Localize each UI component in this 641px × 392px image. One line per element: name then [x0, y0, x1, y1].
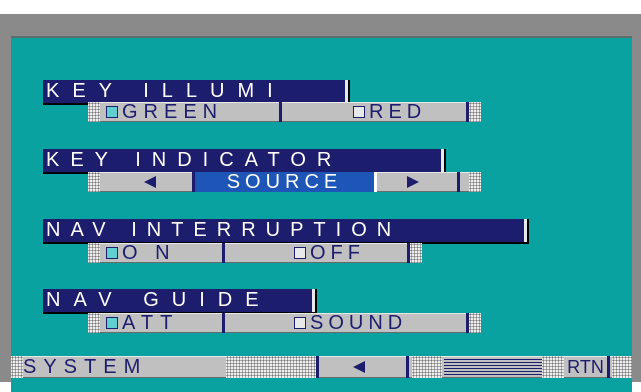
off-checkbox[interactable] [294, 247, 306, 259]
red-checkbox[interactable] [353, 106, 365, 118]
red-option-button[interactable]: RED [351, 102, 469, 122]
off-label: OFF [310, 243, 365, 263]
row-edge-left [88, 313, 100, 333]
sound-option-button[interactable]: SOUND [292, 313, 469, 333]
next-source-icon[interactable] [407, 176, 419, 188]
row-edge-left [88, 172, 100, 192]
att-label: ATT [122, 313, 180, 333]
bar-pattern [226, 356, 316, 378]
key-illumi-row: GREEN RED [88, 102, 481, 122]
on-checkbox[interactable] [106, 247, 118, 259]
key-illumi-title: KEY ILLUMI [46, 80, 286, 102]
key-indicator-title: KEY INDICATOR [46, 149, 343, 171]
row-edge-right [469, 313, 481, 333]
on-option-button[interactable]: O N [104, 243, 225, 263]
att-checkbox[interactable] [106, 317, 118, 329]
display-frame: KEY ILLUMI GREEN RED KEY INDICATOR SOURC… [0, 14, 641, 392]
bar-edge-right [612, 356, 632, 378]
settings-screen: KEY ILLUMI GREEN RED KEY INDICATOR SOURC… [11, 36, 632, 392]
divider [457, 172, 460, 192]
divider [316, 356, 319, 378]
nav-interruption-title: NAV INTERRUPTION [46, 219, 402, 241]
green-checkbox[interactable] [106, 106, 118, 118]
bar-edge-left [11, 356, 23, 378]
nav-guide-row: ATT SOUND [88, 313, 481, 333]
att-option-button[interactable]: ATT [104, 313, 225, 333]
off-option-button[interactable]: OFF [292, 243, 410, 263]
bar-pattern [542, 356, 564, 378]
back-arrow-icon[interactable] [353, 361, 365, 373]
green-label: GREEN [122, 102, 224, 122]
red-label: RED [369, 102, 427, 122]
progress-stripes [444, 359, 542, 375]
row-edge-left [88, 243, 100, 263]
nav-guide-header: NAV GUIDE [43, 289, 315, 312]
divider [406, 356, 409, 378]
key-illumi-header: KEY ILLUMI [43, 80, 348, 103]
nav-interruption-header: NAV INTERRUPTION [43, 219, 527, 242]
source-label: SOURCE [226, 172, 343, 192]
nav-guide-title: NAV GUIDE [46, 289, 272, 311]
row-edge-right [469, 172, 481, 192]
system-label[interactable]: SYSTEM [23, 356, 147, 378]
nav-interruption-row: O N OFF [88, 243, 422, 263]
sound-checkbox[interactable] [294, 317, 306, 329]
prev-source-icon[interactable] [144, 176, 156, 188]
row-edge-left [88, 102, 100, 122]
return-button[interactable]: RTN [564, 356, 610, 378]
green-option-button[interactable]: GREEN [104, 102, 282, 122]
bar-pattern [412, 356, 442, 378]
sound-label: SOUND [310, 313, 408, 333]
on-label: O N [122, 243, 176, 263]
key-indicator-row: SOURCE [88, 172, 481, 192]
row-edge-right [410, 243, 422, 263]
system-bar: SYSTEM RTN [11, 356, 632, 378]
source-value[interactable]: SOURCE [195, 172, 377, 192]
row-edge-right [469, 102, 481, 122]
key-indicator-header: KEY INDICATOR [43, 149, 444, 172]
